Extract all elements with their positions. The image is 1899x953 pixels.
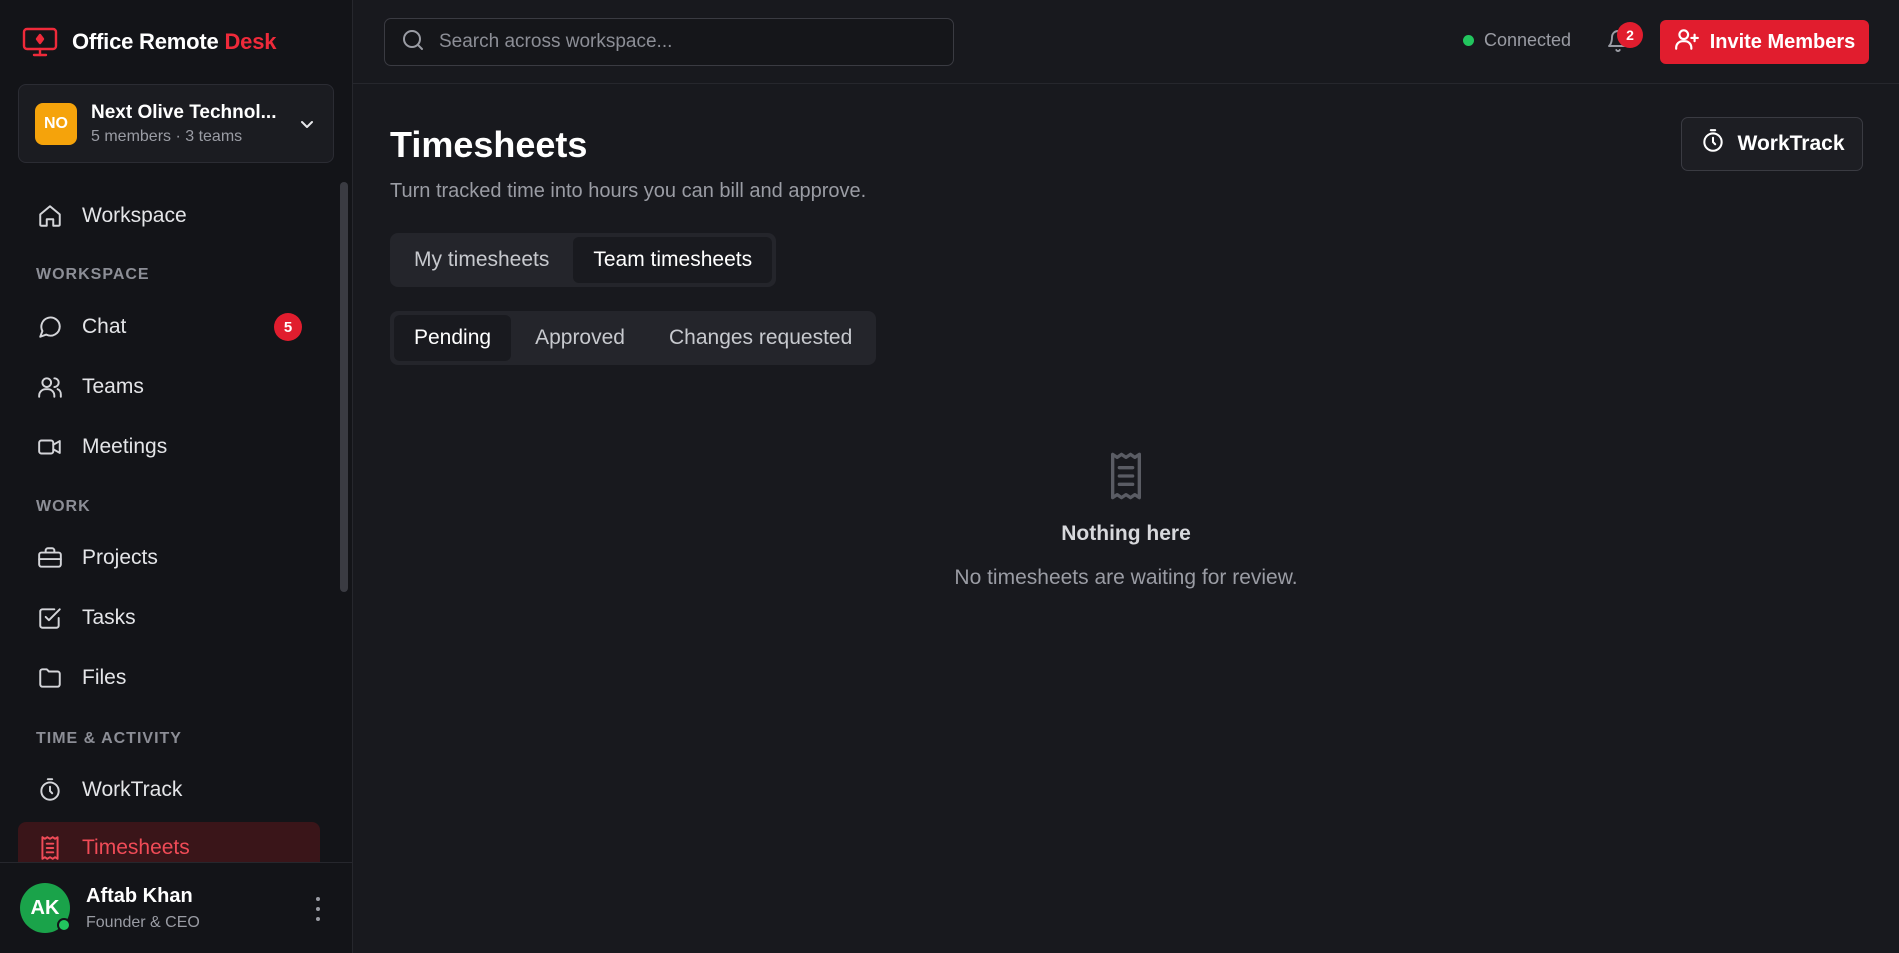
topbar: Connected 2 Invite Members — [353, 0, 1899, 84]
more-vertical-icon[interactable] — [314, 897, 322, 921]
sidebar-scrollbar[interactable] — [340, 182, 348, 592]
brand-name: Office Remote Desk — [72, 29, 277, 54]
sidebar-item-meetings[interactable]: Meetings — [18, 421, 320, 473]
search-input[interactable] — [439, 31, 919, 53]
user-name: Aftab Khan — [86, 884, 193, 907]
briefcase-icon — [36, 544, 64, 572]
folder-icon — [36, 664, 64, 692]
notification-badge: 2 — [1617, 22, 1643, 48]
tab-changes-requested[interactable]: Changes requested — [649, 315, 872, 361]
sidebar: Office Remote Desk NO Next Olive Technol… — [0, 0, 353, 953]
tab-pending[interactable]: Pending — [394, 315, 512, 361]
invite-members-button[interactable]: Invite Members — [1660, 20, 1869, 64]
empty-title: Nothing here — [1061, 522, 1191, 545]
invite-label: Invite Members — [1709, 30, 1856, 53]
search-icon — [401, 28, 425, 57]
sidebar-item-label: WorkTrack — [82, 778, 183, 801]
home-icon — [36, 202, 64, 230]
timer-icon — [1700, 128, 1726, 160]
sidebar-nav: Workspace WORKSPACE Chat 5 Teams Meeting… — [0, 180, 352, 863]
sidebar-item-files[interactable]: Files — [18, 652, 320, 704]
sidebar-item-label: Projects — [82, 546, 158, 569]
chevron-down-icon — [297, 114, 317, 134]
sidebar-item-chat[interactable]: Chat 5 — [18, 301, 320, 353]
page-subtitle: Turn tracked time into hours you can bil… — [390, 180, 867, 202]
sidebar-item-label: Files — [82, 666, 127, 689]
search-box[interactable] — [384, 18, 954, 66]
sidebar-item-worktrack[interactable]: WorkTrack — [18, 764, 320, 816]
sidebar-item-projects[interactable]: Projects — [18, 532, 320, 584]
tab-my-timesheets[interactable]: My timesheets — [394, 237, 569, 283]
section-work: WORK — [36, 498, 91, 515]
receipt-icon — [36, 834, 64, 862]
org-name: Next Olive Technol... — [91, 101, 277, 123]
sidebar-item-timesheets[interactable]: Timesheets — [18, 822, 320, 863]
empty-description: No timesheets are waiting for review. — [954, 566, 1298, 589]
user-plus-icon — [1674, 26, 1700, 58]
sidebar-item-tasks[interactable]: Tasks — [18, 592, 320, 644]
sidebar-item-teams[interactable]: Teams — [18, 361, 320, 413]
sidebar-item-label: Chat — [82, 315, 127, 338]
worktrack-button[interactable]: WorkTrack — [1681, 117, 1863, 171]
monitor-logo-icon — [22, 24, 58, 60]
user-info: Aftab Khan Founder & CEO — [86, 885, 200, 932]
users-icon — [36, 373, 64, 401]
sidebar-item-label: Workspace — [82, 204, 187, 227]
sidebar-item-label: Tasks — [82, 606, 136, 629]
worktrack-label: WorkTrack — [1737, 132, 1845, 155]
sidebar-item-label: Meetings — [82, 435, 168, 458]
tab-team-timesheets[interactable]: Team timesheets — [573, 237, 773, 283]
org-avatar: NO — [35, 102, 77, 145]
org-info: Next Olive Technol... 5 members · 3 team… — [91, 102, 283, 146]
empty-state: Nothing here No timesheets are waiting f… — [353, 450, 1899, 590]
page-title: Timesheets — [390, 124, 588, 165]
chat-icon — [36, 313, 64, 341]
checkbox-icon — [36, 604, 64, 632]
section-time-activity: TIME & ACTIVITY — [36, 730, 182, 747]
main-content: Connected 2 Invite Members Timesheets Tu… — [353, 0, 1899, 953]
sidebar-item-workspace[interactable]: Workspace — [18, 190, 320, 242]
status-label: Connected — [1484, 30, 1572, 50]
sidebar-item-label: Teams — [82, 375, 144, 398]
status-tabs: Pending Approved Changes requested — [390, 311, 877, 365]
timer-icon — [36, 776, 64, 804]
chat-unread-badge: 5 — [274, 313, 302, 341]
user-role: Founder & CEO — [86, 913, 200, 931]
user-profile[interactable]: AK Aftab Khan Founder & CEO — [0, 862, 352, 953]
brand[interactable]: Office Remote Desk — [0, 0, 352, 84]
status-dot — [1463, 35, 1474, 46]
app-root: Office Remote Desk NO Next Olive Technol… — [0, 0, 1899, 953]
org-switcher[interactable]: NO Next Olive Technol... 5 members · 3 t… — [18, 84, 334, 163]
connection-status: Connected — [1463, 30, 1571, 51]
org-meta: 5 members · 3 teams — [91, 127, 243, 145]
avatar: AK — [20, 883, 71, 933]
receipt-icon — [1104, 450, 1148, 502]
scope-tabs: My timesheets Team timesheets — [390, 233, 777, 287]
video-icon — [36, 433, 64, 461]
online-status-dot — [57, 918, 71, 932]
section-workspace: WORKSPACE — [36, 266, 150, 283]
sidebar-item-label: Timesheets — [82, 836, 190, 859]
tab-approved[interactable]: Approved — [515, 315, 645, 361]
